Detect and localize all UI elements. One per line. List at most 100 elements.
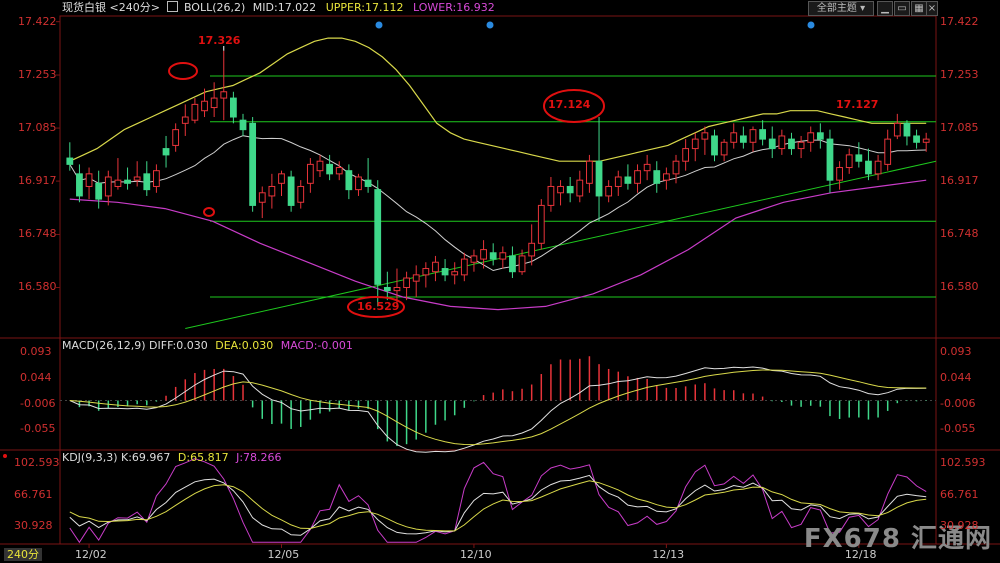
candle-body bbox=[624, 176, 632, 184]
mid-high-annotation: 17.124 bbox=[548, 98, 591, 111]
candle-body bbox=[76, 173, 83, 197]
macd-dea: DEA:0.030 bbox=[215, 339, 274, 352]
candle-body bbox=[672, 160, 680, 175]
date-tick-label: 12/05 bbox=[267, 548, 300, 561]
price-tick-right: 17.253 bbox=[940, 68, 979, 82]
candle-body bbox=[874, 160, 882, 175]
macd-tick-right: -0.055 bbox=[940, 422, 976, 436]
macd-tick-right: 0.093 bbox=[940, 345, 972, 359]
candle-body bbox=[162, 148, 170, 156]
date-tick-label: 12/02 bbox=[75, 548, 107, 561]
price-tick-right: 16.748 bbox=[940, 227, 979, 241]
candle-body bbox=[470, 255, 478, 263]
high-annotation: 17.326 bbox=[198, 34, 241, 47]
candle-body bbox=[153, 170, 160, 187]
candle-body bbox=[393, 286, 401, 292]
candle-body bbox=[643, 163, 651, 172]
candle-body bbox=[759, 129, 766, 140]
macd-title: MACD(26,12,9) bbox=[62, 339, 146, 352]
candle-body bbox=[355, 176, 362, 191]
candle-body bbox=[316, 160, 324, 172]
candle-body bbox=[460, 258, 468, 276]
candle-body bbox=[663, 173, 670, 181]
kdj-j-line bbox=[69, 458, 927, 544]
event-dot-icon bbox=[375, 21, 383, 29]
candle-body bbox=[518, 255, 526, 273]
price-tick-left: 17.253 bbox=[18, 68, 57, 82]
candle-body bbox=[489, 252, 497, 260]
candle-body bbox=[614, 176, 622, 187]
macd-value: MACD:-0.001 bbox=[280, 339, 353, 352]
candle-body bbox=[653, 170, 661, 184]
candle-body bbox=[701, 132, 709, 140]
boll-label: BOLL(26,2) bbox=[183, 1, 246, 14]
macd-tick-left: -0.055 bbox=[20, 422, 56, 436]
candle-body bbox=[749, 129, 757, 143]
macd-tick-left: 0.093 bbox=[20, 345, 52, 359]
price-tick-left: 16.917 bbox=[18, 174, 57, 188]
kdj-k: K:69.967 bbox=[121, 451, 171, 464]
candle-body bbox=[143, 173, 151, 191]
candle-body bbox=[893, 122, 901, 137]
theme-dropdown-label: 全部主题 bbox=[816, 3, 857, 14]
candle-body bbox=[903, 122, 911, 137]
candle-body bbox=[509, 255, 516, 273]
candle-body bbox=[595, 160, 603, 197]
high-circle bbox=[168, 62, 198, 80]
candle-body bbox=[797, 141, 805, 150]
boll-icon bbox=[167, 1, 179, 12]
candle-body bbox=[865, 160, 872, 175]
close-icon[interactable]: × bbox=[926, 1, 938, 16]
low-circle-small bbox=[203, 207, 215, 217]
candle-body bbox=[788, 138, 795, 150]
candle-body bbox=[287, 176, 295, 206]
candle-body bbox=[768, 138, 776, 150]
macd-tick-right: 0.044 bbox=[940, 370, 972, 384]
candle-body bbox=[576, 179, 584, 197]
candle-body bbox=[913, 135, 920, 143]
kdj-tick-right: 102.593 bbox=[940, 456, 986, 470]
candle-body bbox=[586, 160, 593, 184]
candle-body bbox=[383, 286, 391, 292]
candle-body bbox=[730, 132, 738, 143]
price-tick-left: 16.748 bbox=[18, 227, 57, 241]
boll-mid-line bbox=[69, 135, 927, 272]
candle-body bbox=[297, 185, 305, 203]
chevron-down-icon: ▾ bbox=[860, 3, 866, 14]
macd-tick-left: 0.044 bbox=[20, 370, 52, 384]
kdj-j: J:78.266 bbox=[236, 451, 282, 464]
candle-body bbox=[739, 135, 747, 143]
main-header: 现货白银 <240分> BOLL(26,2) MID:17.022 UPPER:… bbox=[62, 1, 495, 15]
date-tick-label: 12/10 bbox=[459, 548, 492, 561]
candle-body bbox=[720, 141, 728, 156]
restore-icon[interactable]: ▭ bbox=[894, 1, 910, 16]
kdj-tick-right: 66.761 bbox=[940, 487, 979, 501]
grid-icon[interactable]: ▦ bbox=[911, 1, 927, 16]
candle-body bbox=[441, 268, 449, 276]
macd-diff: DIFF:0.030 bbox=[149, 339, 208, 352]
macd-dea-line bbox=[69, 369, 927, 446]
candle-body bbox=[201, 100, 208, 112]
macd-tick-left: -0.006 bbox=[20, 396, 56, 410]
kdj-tick-left: 30.928 bbox=[14, 518, 53, 532]
candle-body bbox=[335, 167, 343, 175]
candle-body bbox=[682, 148, 690, 162]
theme-dropdown[interactable]: 全部主题 ▾ bbox=[808, 1, 874, 16]
recent-high-annotation: 17.127 bbox=[836, 98, 879, 111]
candle-body bbox=[345, 170, 353, 191]
candle-body bbox=[210, 97, 218, 109]
kdj-d: D:65.817 bbox=[177, 451, 229, 464]
candle-body bbox=[432, 261, 439, 273]
event-dot-icon bbox=[486, 21, 494, 29]
period-tag[interactable]: 240分 bbox=[4, 548, 42, 561]
chart-canvas bbox=[0, 15, 1000, 548]
price-tick-right: 16.917 bbox=[940, 174, 979, 188]
candle-body bbox=[181, 116, 189, 124]
price-tick-left: 17.085 bbox=[18, 121, 57, 135]
candle-body bbox=[306, 163, 314, 184]
kdj-tick-left: 102.593 bbox=[14, 456, 60, 470]
candle-body bbox=[691, 138, 699, 150]
date-tick-label: 12/18 bbox=[844, 548, 877, 561]
minimize-icon[interactable]: ▁ bbox=[877, 1, 893, 16]
candle-body bbox=[403, 277, 410, 288]
